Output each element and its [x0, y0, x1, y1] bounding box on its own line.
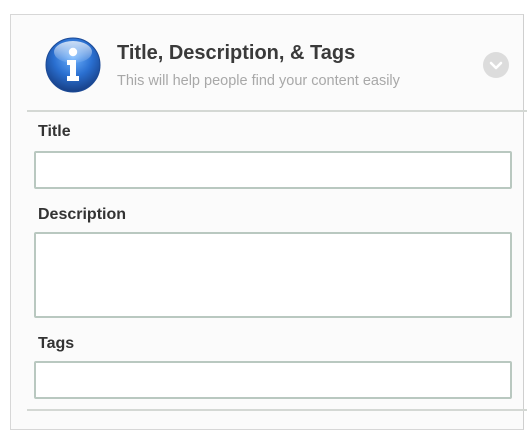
header-divider — [27, 110, 527, 112]
title-label: Title — [38, 123, 71, 140]
info-icon — [45, 37, 101, 93]
collapse-button[interactable] — [483, 52, 509, 78]
details-panel: Title, Description, & Tags This will hel… — [10, 14, 527, 430]
panel-header: Title, Description, & Tags This will hel… — [11, 15, 523, 110]
title-input[interactable] — [34, 151, 512, 189]
tags-input[interactable] — [34, 361, 512, 399]
panel-subtitle: This will help people find your content … — [117, 73, 400, 89]
tags-label: Tags — [38, 335, 75, 352]
panel-title: Title, Description, & Tags — [117, 42, 356, 64]
description-textarea[interactable] — [34, 232, 512, 318]
description-label: Description — [38, 206, 127, 223]
footer-divider — [27, 409, 527, 411]
chevron-down-icon — [489, 61, 503, 70]
